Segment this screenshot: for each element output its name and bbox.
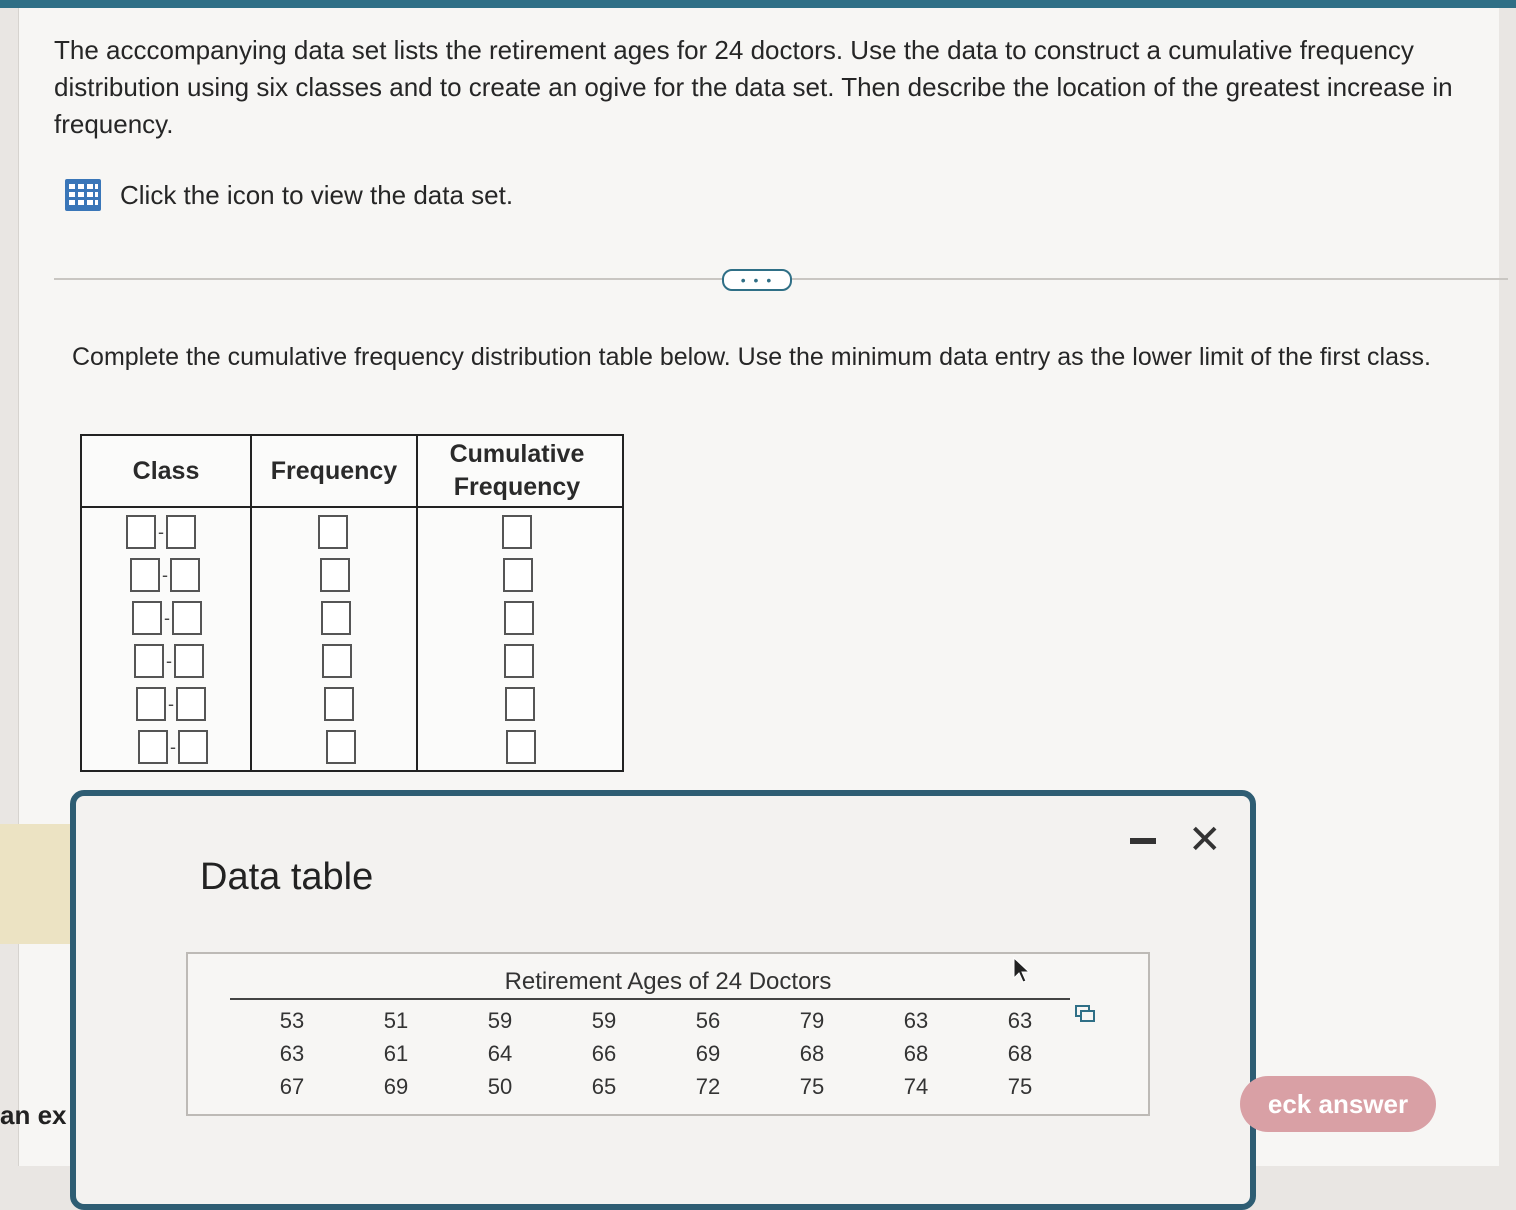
data-cell: 69	[383, 1073, 409, 1099]
class-upper-input[interactable]	[176, 687, 206, 721]
question-prompt: The acccompanying data set lists the ret…	[54, 35, 1453, 139]
cumulative-frequency-input[interactable]	[504, 644, 534, 678]
data-cell: 65	[591, 1073, 617, 1099]
frequency-input[interactable]	[320, 558, 350, 592]
class-upper-input[interactable]	[170, 558, 200, 592]
frequency-input[interactable]	[321, 601, 351, 635]
data-cell: 72	[695, 1073, 721, 1099]
table-row: 63 61 64 66 69 68 68 68	[240, 1037, 1072, 1070]
class-row-2: -	[130, 555, 200, 595]
class-row-6: -	[138, 727, 208, 767]
cumulative-frequency-table: Class Frequency Cumulative Frequency - -…	[80, 434, 624, 772]
data-cell: 68	[799, 1040, 825, 1066]
class-upper-input[interactable]	[172, 601, 202, 635]
data-cell: 75	[1007, 1073, 1033, 1099]
data-table-icon[interactable]	[64, 178, 102, 212]
data-cell: 61	[383, 1040, 409, 1066]
cumulative-frequency-input[interactable]	[505, 687, 535, 721]
header-frequency: Frequency	[270, 456, 398, 485]
copy-icon[interactable]	[1074, 1004, 1096, 1024]
class-row-5: -	[136, 684, 206, 724]
class-lower-input[interactable]	[134, 644, 164, 678]
view-data-text[interactable]: Click the icon to view the data set.	[120, 180, 513, 211]
frequency-input[interactable]	[324, 687, 354, 721]
data-cell: 67	[279, 1073, 305, 1099]
data-cell: 74	[903, 1073, 929, 1099]
class-row-1: -	[126, 512, 196, 552]
class-row-3: -	[132, 598, 202, 638]
modal-title: Data table	[200, 856, 374, 898]
class-upper-input[interactable]	[178, 730, 208, 764]
cumulative-frequency-input[interactable]	[504, 601, 534, 635]
header-class: Class	[132, 456, 200, 485]
range-dash: -	[162, 564, 168, 585]
view-data-link[interactable]: Click the icon to view the data set.	[64, 178, 513, 212]
range-dash: -	[168, 693, 174, 714]
table-caption: Retirement Ages of 24 Doctors	[504, 968, 832, 995]
range-dash: -	[166, 650, 172, 671]
class-upper-input[interactable]	[174, 644, 204, 678]
class-row-4: -	[134, 641, 204, 681]
frequency-input[interactable]	[318, 515, 348, 549]
frequency-input[interactable]	[326, 730, 356, 764]
cumulative-frequency-input[interactable]	[502, 515, 532, 549]
table-row: 53 51 59 59 56 79 63 63	[240, 1004, 1072, 1037]
data-cell: 50	[487, 1073, 513, 1099]
cumulative-frequency-input[interactable]	[506, 730, 536, 764]
side-panel-tab	[0, 824, 70, 944]
top-bar	[0, 0, 1516, 8]
frequency-input[interactable]	[322, 644, 352, 678]
cumulative-frequency-input[interactable]	[503, 558, 533, 592]
table-instruction: Complete the cumulative frequency distri…	[72, 343, 1431, 371]
data-table-modal: Data table ✕ Retirement Ages of 24 Docto…	[70, 790, 1256, 1210]
data-cell: 79	[799, 1007, 825, 1033]
class-upper-input[interactable]	[166, 515, 196, 549]
mouse-cursor-icon	[1013, 956, 1031, 983]
minimize-icon[interactable]	[1130, 838, 1156, 844]
data-cell: 75	[799, 1073, 825, 1099]
class-lower-input[interactable]	[136, 687, 166, 721]
data-cell: 68	[903, 1040, 929, 1066]
data-cell: 63	[903, 1007, 929, 1033]
header-divider	[82, 506, 622, 508]
data-cell: 59	[487, 1007, 513, 1033]
table-row: 67 69 50 65 72 75 74 75	[240, 1070, 1072, 1103]
column-divider	[250, 436, 252, 770]
retirement-ages-table: Retirement Ages of 24 Doctors 53 51 59 5…	[186, 952, 1150, 1116]
range-dash: -	[164, 607, 170, 628]
header-cumulative-frequency: Cumulative Frequency	[449, 440, 585, 501]
class-lower-input[interactable]	[132, 601, 162, 635]
data-cell: 53	[279, 1007, 305, 1033]
data-cell: 56	[695, 1007, 721, 1033]
data-grid: 53 51 59 59 56 79 63 63 63 61 64 66 69 6…	[240, 1004, 1072, 1103]
data-cell: 68	[1007, 1040, 1033, 1066]
range-dash: -	[158, 521, 164, 542]
range-dash: -	[170, 736, 176, 757]
class-lower-input[interactable]	[126, 515, 156, 549]
caption-rule	[230, 998, 1070, 1000]
data-cell: 66	[591, 1040, 617, 1066]
column-divider	[416, 436, 418, 770]
data-cell: 63	[279, 1040, 305, 1066]
check-answer-button[interactable]: eck answer	[1240, 1076, 1436, 1132]
close-icon[interactable]: ✕	[1188, 818, 1222, 862]
data-cell: 59	[591, 1007, 617, 1033]
more-button[interactable]: • • •	[722, 269, 792, 291]
data-cell: 63	[1007, 1007, 1033, 1033]
left-edge-text: an ex	[0, 1100, 67, 1130]
data-cell: 64	[487, 1040, 513, 1066]
data-cell: 51	[383, 1007, 409, 1033]
data-cell: 69	[695, 1040, 721, 1066]
class-lower-input[interactable]	[130, 558, 160, 592]
class-lower-input[interactable]	[138, 730, 168, 764]
